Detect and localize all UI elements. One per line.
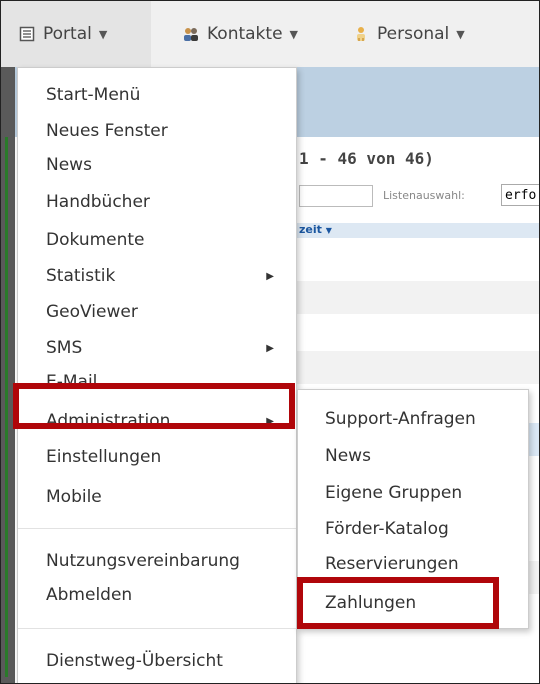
menu-item-label: Abmelden [46, 585, 133, 605]
menu-item-label: Neues Fenster [46, 121, 168, 141]
menu-item-mobile[interactable]: Mobile [18, 481, 296, 514]
menu-divider [18, 628, 296, 629]
submenu-item-label: Eigene Gruppen [325, 483, 463, 503]
chevron-right-icon: ▶ [266, 271, 274, 282]
top-nav: Portal ▼ Kontakte ▼ Personal ▼ [1, 1, 539, 68]
submenu-item-payments[interactable]: Zahlungen [298, 586, 528, 620]
submenu-item-label: Zahlungen [325, 593, 417, 613]
nav-personal[interactable]: Personal ▼ [353, 1, 465, 67]
menu-item-label: Nutzungsvereinbarung [46, 551, 240, 571]
person-icon [357, 27, 365, 41]
result-count: 1 - 46 von 46) [299, 149, 434, 168]
menu-item-label: GeoViewer [46, 302, 138, 322]
column-header-zeit[interactable]: zeit ▼ [297, 223, 539, 238]
submenu-item-own-groups[interactable]: Eigene Gruppen [298, 476, 528, 510]
nav-personal-label: Personal [377, 24, 450, 44]
sort-down-icon: ▼ [325, 226, 332, 235]
submenu-item-label: Förder-Katalog [325, 519, 449, 539]
menu-item-statistics[interactable]: Statistik ▶ [18, 260, 296, 293]
menu-item-label: Start-Menü [46, 85, 141, 105]
menu-item-administration[interactable]: Administration ▶ [18, 405, 296, 438]
submenu-item-reservations[interactable]: Reservierungen [298, 547, 528, 581]
menu-item-label: News [46, 155, 92, 175]
chevron-right-icon: ▶ [266, 343, 274, 354]
nav-portal-label: Portal [43, 24, 92, 44]
chevron-down-icon: ▼ [456, 27, 465, 41]
menu-item-geoviewer[interactable]: GeoViewer [18, 296, 296, 329]
nav-kontakte[interactable]: Kontakte ▼ [183, 1, 298, 67]
table-row[interactable] [297, 239, 539, 272]
menu-divider [18, 528, 296, 529]
submenu-item-label: Reservierungen [325, 554, 459, 574]
menu-item-email[interactable]: E-Mail [18, 366, 296, 399]
submenu-item-label: News [325, 446, 371, 466]
menu-item-settings[interactable]: Einstellungen [18, 441, 296, 474]
table-row[interactable] [297, 351, 539, 384]
list-select[interactable]: erfo [501, 184, 539, 206]
administration-submenu: Support-Anfragen News Eigene Gruppen För… [297, 389, 529, 629]
menu-item-start-menu[interactable]: Start-Menü [18, 79, 296, 112]
chevron-down-icon: ▼ [98, 27, 108, 41]
menu-item-documents[interactable]: Dokumente [18, 224, 296, 257]
nav-kontakte-label: Kontakte [207, 24, 283, 44]
menu-item-label: SMS [46, 338, 83, 358]
contacts-icon [184, 28, 198, 41]
menu-item-label: E-Mail [46, 372, 98, 392]
chevron-right-icon: ▶ [266, 416, 274, 427]
table-row[interactable] [297, 316, 539, 349]
menu-item-label: Einstellungen [46, 447, 162, 467]
page-left-accent [5, 137, 8, 677]
table-row[interactable] [297, 641, 539, 674]
page-left-border [1, 67, 15, 683]
table-row[interactable] [297, 281, 539, 314]
menu-item-label: Handbücher [46, 192, 150, 212]
chevron-down-icon: ▼ [289, 27, 298, 41]
menu-item-sms[interactable]: SMS ▶ [18, 332, 296, 365]
menu-item-label: Dokumente [46, 230, 145, 250]
menu-item-label: Administration [46, 411, 171, 431]
submenu-item-news[interactable]: News [298, 439, 528, 473]
submenu-item-label: Support-Anfragen [325, 409, 476, 429]
nav-portal[interactable]: Portal ▼ [1, 1, 151, 67]
app-frame: Portal ▼ Kontakte ▼ Personal ▼ 1 - 46 vo… [0, 0, 540, 684]
menu-item-label: Mobile [46, 487, 102, 507]
menu-item-chain-of-command[interactable]: Dienstweg-Übersicht [18, 645, 296, 678]
portal-dropdown-menu: Start-Menü Neues Fenster News Handbücher… [17, 67, 297, 683]
menu-item-label: Dienstweg-Übersicht [46, 651, 223, 671]
column-header-label: zeit [299, 223, 322, 236]
menu-item-handbooks[interactable]: Handbücher [18, 186, 296, 219]
filter-input[interactable] [299, 185, 373, 207]
list-select-label: Listenauswahl: [383, 189, 465, 202]
submenu-item-funding-catalog[interactable]: Förder-Katalog [298, 512, 528, 546]
menu-item-news[interactable]: News [18, 149, 296, 182]
menu-item-label: Statistik [46, 266, 116, 286]
submenu-item-support-requests[interactable]: Support-Anfragen [298, 402, 528, 436]
menu-item-logout[interactable]: Abmelden [18, 579, 296, 612]
portal-icon [19, 26, 35, 42]
menu-item-terms-of-use[interactable]: Nutzungsvereinbarung [18, 545, 296, 578]
menu-item-new-window[interactable]: Neues Fenster [18, 115, 296, 148]
